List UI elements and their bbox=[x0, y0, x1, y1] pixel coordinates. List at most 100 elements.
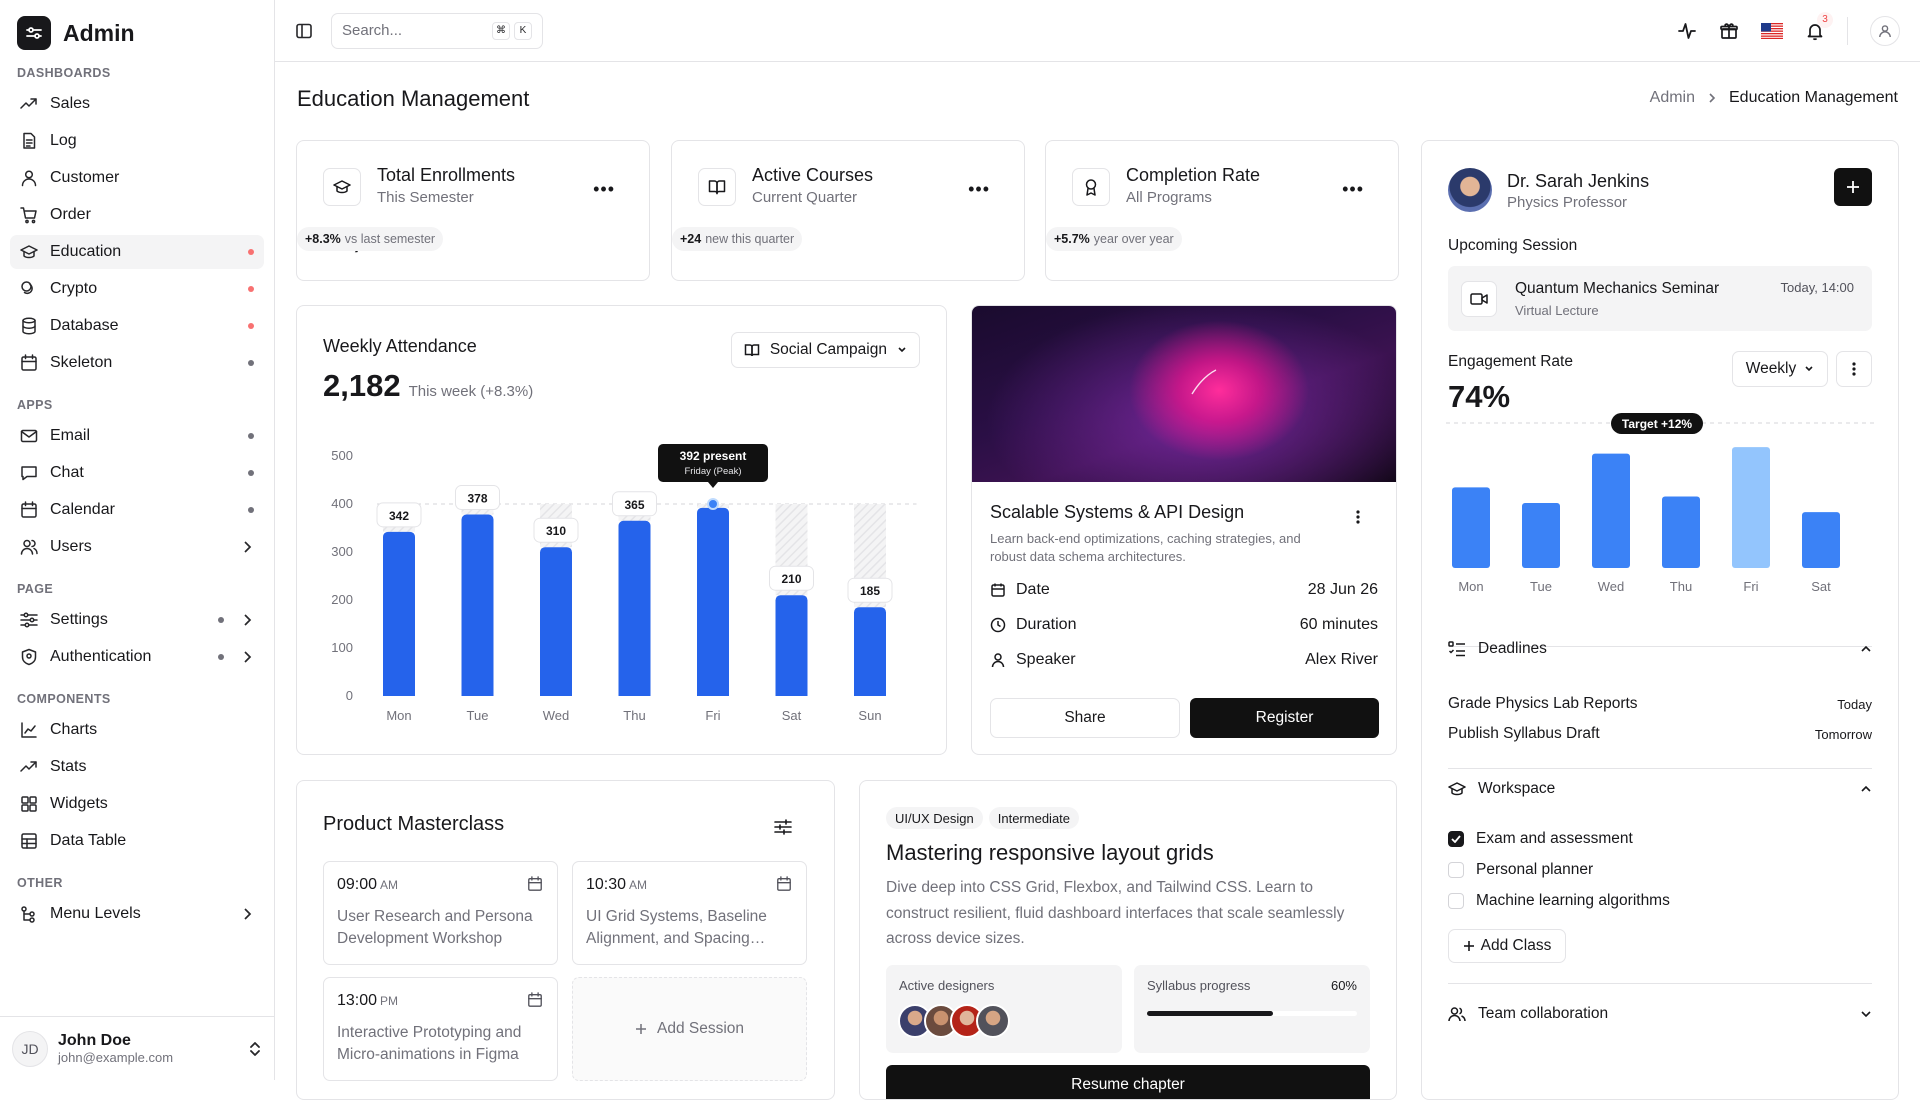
designer-avatars[interactable] bbox=[898, 1004, 1010, 1038]
calendar-icon bbox=[991, 583, 1005, 597]
bar[interactable] bbox=[1522, 503, 1560, 568]
session-time-value: 09:00 bbox=[337, 876, 378, 893]
sidebar-item-widgets[interactable]: Widgets bbox=[10, 787, 264, 821]
attendance-title: Weekly Attendance bbox=[323, 336, 477, 356]
session-slot[interactable]: 13:00 PM Interactive Prototyping and Micr… bbox=[323, 977, 558, 1081]
target-badge: Target +12% bbox=[1611, 413, 1703, 434]
sidebar-item-data-table[interactable]: Data Table bbox=[10, 824, 264, 858]
sidebar-item-skeleton[interactable]: Skeleton bbox=[10, 346, 264, 380]
activity-icon[interactable] bbox=[1677, 21, 1697, 41]
sidebar-item-email[interactable]: Email bbox=[10, 419, 264, 453]
user-menu[interactable]: JD John Doe john@example.com bbox=[0, 1016, 274, 1080]
engagement-label: Engagement Rate bbox=[1448, 353, 1573, 370]
bar[interactable] bbox=[1802, 512, 1840, 568]
checkbox[interactable] bbox=[1448, 861, 1464, 878]
sidebar-item-users[interactable]: Users bbox=[10, 530, 264, 564]
plus-icon bbox=[635, 1024, 646, 1034]
more-icon[interactable]: ••• bbox=[968, 179, 990, 200]
course-speaker-value: Alex River bbox=[1305, 651, 1378, 668]
sidebar-item-stats[interactable]: Stats bbox=[10, 750, 264, 784]
x-tick-label: Fri bbox=[705, 708, 720, 723]
sidebar-item-settings[interactable]: Settings bbox=[10, 603, 264, 637]
bar[interactable] bbox=[540, 547, 572, 696]
masterclass-card: Product Masterclass 09:00 AM User Researc… bbox=[296, 780, 835, 1100]
workspace-item-label: Machine learning algorithms bbox=[1476, 891, 1670, 909]
filter-sliders-icon[interactable] bbox=[774, 819, 792, 835]
bar[interactable] bbox=[775, 595, 808, 696]
more-icon[interactable]: ••• bbox=[593, 179, 615, 200]
account-avatar[interactable] bbox=[1870, 15, 1900, 46]
sidebar-item-authentication[interactable]: Authentication bbox=[10, 640, 264, 674]
bar[interactable] bbox=[1732, 447, 1770, 568]
x-tick-label: Mon bbox=[1458, 579, 1483, 594]
campaign-dropdown[interactable]: Social Campaign bbox=[730, 332, 920, 368]
course-date-label: Date bbox=[1016, 581, 1050, 598]
sidebar-item-menu-levels[interactable]: Menu Levels bbox=[10, 897, 264, 931]
session-slot[interactable]: 09:00 AM User Research and Persona Develo… bbox=[323, 861, 558, 965]
sidebar-item-crypto[interactable]: Crypto bbox=[10, 272, 264, 306]
engagement-menu-icon[interactable] bbox=[1836, 351, 1872, 387]
sidebar-item-education[interactable]: Education bbox=[10, 235, 264, 269]
course-menu-icon[interactable] bbox=[1356, 510, 1360, 524]
breadcrumb-root[interactable]: Admin bbox=[1650, 89, 1695, 107]
gift-icon[interactable] bbox=[1719, 21, 1739, 41]
notifications-icon[interactable]: 3 bbox=[1805, 11, 1833, 41]
chevron-right-icon bbox=[244, 651, 252, 663]
sidebar-item-label: Settings bbox=[50, 611, 108, 628]
resume-chapter-button[interactable]: Resume chapter bbox=[886, 1065, 1370, 1099]
tooltip-title: 392 present bbox=[680, 449, 747, 463]
sidebar-item-order[interactable]: Order bbox=[10, 198, 264, 232]
bar[interactable] bbox=[461, 514, 494, 696]
deadline-item[interactable]: Publish Syllabus Draft Tomorrow bbox=[1448, 719, 1872, 749]
deadline-item[interactable]: Grade Physics Lab Reports Today bbox=[1448, 689, 1872, 719]
session-slot[interactable]: 10:30 AM UI Grid Systems, Baseline Alignm… bbox=[572, 861, 807, 965]
sidebar-item-charts[interactable]: Charts bbox=[10, 713, 264, 747]
sidebar-item-chat[interactable]: Chat bbox=[10, 456, 264, 490]
deadlines-label: Deadlines bbox=[1478, 640, 1547, 657]
bar[interactable] bbox=[1452, 487, 1490, 568]
bar[interactable] bbox=[1662, 496, 1700, 569]
sidebar-item-database[interactable]: Database bbox=[10, 309, 264, 343]
deadlines-header[interactable]: Deadlines bbox=[1448, 640, 1872, 658]
register-button[interactable]: Register bbox=[1190, 698, 1379, 738]
campaign-label: Social Campaign bbox=[769, 341, 887, 358]
lesson-tag: Intermediate bbox=[988, 807, 1080, 829]
sidebar-toggle-icon[interactable] bbox=[295, 22, 313, 40]
brand[interactable]: Admin bbox=[0, 0, 274, 66]
more-icon[interactable]: ••• bbox=[1342, 179, 1364, 200]
chevron-down-icon bbox=[898, 347, 906, 353]
session-time: 10:30 AM bbox=[586, 876, 647, 894]
add-button[interactable] bbox=[1834, 168, 1872, 206]
sidebar-item-sales[interactable]: Sales bbox=[10, 87, 264, 121]
stat-icon-box bbox=[323, 168, 361, 206]
plus-icon bbox=[1847, 181, 1859, 193]
bar[interactable] bbox=[697, 507, 729, 696]
share-button[interactable]: Share bbox=[990, 698, 1180, 738]
upcoming-session-card[interactable]: Quantum Mechanics Seminar Virtual Lectur… bbox=[1448, 266, 1872, 331]
bar[interactable] bbox=[383, 531, 415, 696]
workspace-item[interactable]: Exam and assessment bbox=[1448, 823, 1872, 854]
workspace-item[interactable]: Personal planner bbox=[1448, 854, 1872, 885]
bar[interactable] bbox=[854, 607, 886, 696]
workspace-header[interactable]: Workspace bbox=[1448, 780, 1872, 798]
bar-value-label: 310 bbox=[533, 517, 579, 543]
sidebar-item-label: Sales bbox=[50, 95, 91, 112]
stat-subtitle: This Semester bbox=[377, 189, 474, 206]
bar[interactable] bbox=[1592, 453, 1630, 568]
checkbox[interactable] bbox=[1448, 892, 1464, 909]
deadline-title: Publish Syllabus Draft bbox=[1448, 725, 1600, 742]
workspace-item-label: Exam and assessment bbox=[1476, 829, 1633, 847]
add-session-button[interactable]: Add Session bbox=[572, 977, 807, 1081]
add-class-button[interactable]: Add Class bbox=[1448, 929, 1566, 963]
period-dropdown[interactable]: Weekly bbox=[1732, 351, 1828, 387]
search-input[interactable]: Search... ⌘ K bbox=[331, 12, 543, 49]
workspace-item[interactable]: Machine learning algorithms bbox=[1448, 885, 1872, 916]
sidebar-item-customer[interactable]: Customer bbox=[10, 161, 264, 195]
x-tick-label: Wed bbox=[543, 708, 570, 723]
us-flag-icon[interactable] bbox=[1761, 22, 1783, 39]
checkbox[interactable] bbox=[1448, 830, 1464, 847]
sidebar-item-log[interactable]: Log bbox=[10, 124, 264, 158]
sidebar-item-calendar[interactable]: Calendar bbox=[10, 493, 264, 527]
team-collaboration-header[interactable]: Team collaboration bbox=[1448, 1005, 1872, 1023]
bar[interactable] bbox=[618, 520, 651, 696]
